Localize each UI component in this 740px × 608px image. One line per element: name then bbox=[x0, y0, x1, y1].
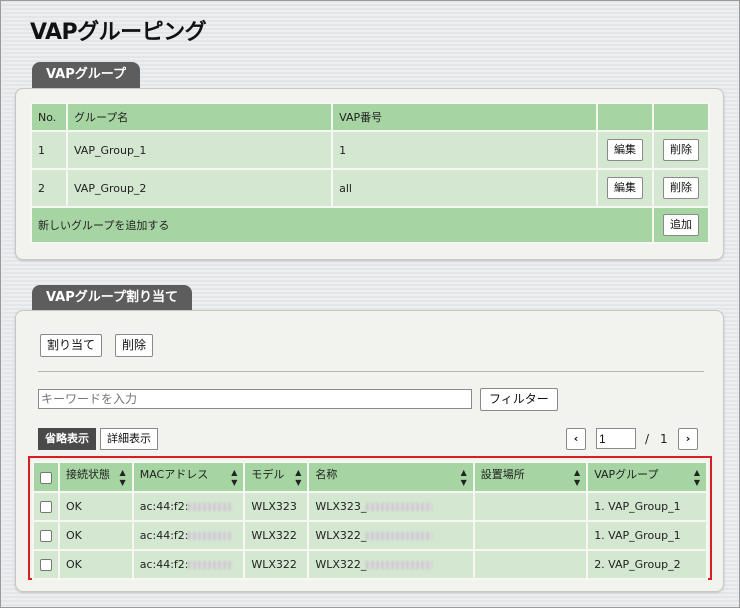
row-group-name: VAP_Group_2 bbox=[65, 168, 334, 208]
select-all-checkbox[interactable] bbox=[40, 471, 52, 484]
table-row[interactable]: OK ac:44:f2: WLX322 WLX322_ 1. VAP_Group… bbox=[32, 520, 708, 551]
assignment-table-header: 接続状態 ▲ ▼ MACアドレス ▲ ▼ モデル ▲ ▼ 名称 ▲ ▼ 設置場所 ▲ ▼ VAPグル… bbox=[32, 461, 708, 493]
assign-button[interactable]: 割り当て bbox=[40, 334, 103, 357]
column-header-vap-number: VAP番号 bbox=[331, 102, 599, 132]
row-vap-group: 1. VAP_Group_1 bbox=[586, 520, 708, 551]
edit-button[interactable]: 編集 bbox=[607, 177, 644, 199]
row-vap-group: 1. VAP_Group_1 bbox=[586, 491, 708, 522]
divider bbox=[38, 371, 704, 372]
page-separator: / bbox=[645, 432, 650, 446]
row-name: WLX323_ bbox=[307, 491, 475, 522]
column-header-model[interactable]: モデル ▲ ▼ bbox=[243, 461, 310, 493]
sort-icon: ▲ ▼ bbox=[119, 468, 126, 487]
sort-icon: ▲ ▼ bbox=[460, 468, 467, 487]
row-vap-number: all bbox=[331, 168, 599, 208]
redacted-mac bbox=[188, 561, 233, 569]
delete-button[interactable]: 削除 bbox=[663, 139, 699, 161]
row-location bbox=[472, 549, 589, 580]
row-mac: ac:44:f2: bbox=[131, 549, 246, 580]
table-row[interactable]: OK ac:44:f2: WLX323 WLX323_ 1. VAP_Group… bbox=[32, 491, 708, 522]
add-group-button[interactable]: 追加 bbox=[663, 214, 699, 236]
row-name: WLX322_ bbox=[307, 549, 475, 580]
prev-page-icon[interactable]: ‹ bbox=[566, 428, 586, 450]
column-header-group-name: グループ名 bbox=[65, 102, 334, 132]
row-checkbox[interactable] bbox=[40, 501, 52, 513]
redacted-mac bbox=[188, 532, 233, 540]
sort-icon: ▲ ▼ bbox=[574, 468, 581, 487]
row-name: WLX322_ bbox=[307, 520, 475, 551]
vap-group-table-header: No. グループ名 VAP番号 bbox=[30, 102, 710, 132]
filter-button[interactable]: フィルター bbox=[480, 388, 558, 411]
page-title: VAPグルーピング bbox=[30, 20, 207, 45]
page-total: 1 bbox=[660, 432, 668, 446]
ap-assignment-table: 接続状態 ▲ ▼ MACアドレス ▲ ▼ モデル ▲ ▼ 名称 ▲ ▼ 設置場所 ▲ ▼ VAPグル… bbox=[32, 461, 708, 580]
row-checkbox[interactable] bbox=[40, 559, 52, 571]
row-location bbox=[472, 491, 589, 522]
tab-detail-view[interactable]: 詳細表示 bbox=[100, 428, 158, 450]
column-header-status[interactable]: 接続状態 ▲ ▼ bbox=[58, 461, 134, 493]
vap-group-section-tab: VAPグループ bbox=[32, 62, 140, 88]
row-model: WLX322 bbox=[243, 549, 310, 580]
next-page-icon[interactable]: › bbox=[678, 428, 698, 450]
redacted-name bbox=[366, 561, 433, 569]
sort-icon: ▲ ▼ bbox=[295, 468, 302, 487]
column-header-no: No. bbox=[30, 102, 68, 132]
tab-simple-view[interactable]: 省略表示 bbox=[38, 428, 96, 450]
row-vap-group: 2. VAP_Group_2 bbox=[586, 549, 708, 580]
row-model: WLX323 bbox=[243, 491, 310, 522]
row-mac: ac:44:f2: bbox=[131, 491, 246, 522]
row-checkbox[interactable] bbox=[40, 530, 52, 542]
row-mac: ac:44:f2: bbox=[131, 520, 246, 551]
page-number-input[interactable] bbox=[596, 428, 636, 449]
add-group-label: 新しいグループを追加する bbox=[30, 206, 654, 244]
table-row: 2 VAP_Group_2 all 編集 削除 bbox=[30, 168, 710, 208]
column-header-location[interactable]: 設置場所 ▲ ▼ bbox=[472, 461, 589, 493]
row-model: WLX322 bbox=[243, 520, 310, 551]
row-location bbox=[472, 520, 589, 551]
row-group-name: VAP_Group_1 bbox=[65, 130, 334, 170]
row-no: 1 bbox=[30, 130, 68, 170]
table-row[interactable]: OK ac:44:f2: WLX322 WLX322_ 2. VAP_Group… bbox=[32, 549, 708, 580]
column-header-mac[interactable]: MACアドレス ▲ ▼ bbox=[131, 461, 246, 493]
column-header-name[interactable]: 名称 ▲ ▼ bbox=[307, 461, 475, 493]
unassign-delete-button[interactable]: 削除 bbox=[115, 334, 154, 357]
row-no: 2 bbox=[30, 168, 68, 208]
column-header-vap-group[interactable]: VAPグループ ▲ ▼ bbox=[586, 461, 708, 493]
delete-button[interactable]: 削除 bbox=[663, 177, 699, 199]
sort-icon: ▲ ▼ bbox=[231, 468, 238, 487]
redacted-mac bbox=[188, 503, 233, 511]
edit-button[interactable]: 編集 bbox=[607, 139, 644, 161]
row-status: OK bbox=[58, 549, 134, 580]
row-status: OK bbox=[58, 520, 134, 551]
add-group-row: 新しいグループを追加する 追加 bbox=[30, 206, 710, 244]
vap-group-table: No. グループ名 VAP番号 1 VAP_Group_1 1 編集 削除 2 … bbox=[30, 102, 710, 244]
redacted-name bbox=[366, 503, 433, 511]
redacted-name bbox=[366, 532, 433, 540]
table-row: 1 VAP_Group_1 1 編集 削除 bbox=[30, 130, 710, 170]
sort-icon: ▲ ▼ bbox=[693, 468, 700, 487]
row-status: OK bbox=[58, 491, 134, 522]
keyword-search-input[interactable] bbox=[38, 389, 472, 409]
vap-assign-section-tab: VAPグループ割り当て bbox=[32, 285, 192, 311]
row-vap-number: 1 bbox=[331, 130, 599, 170]
